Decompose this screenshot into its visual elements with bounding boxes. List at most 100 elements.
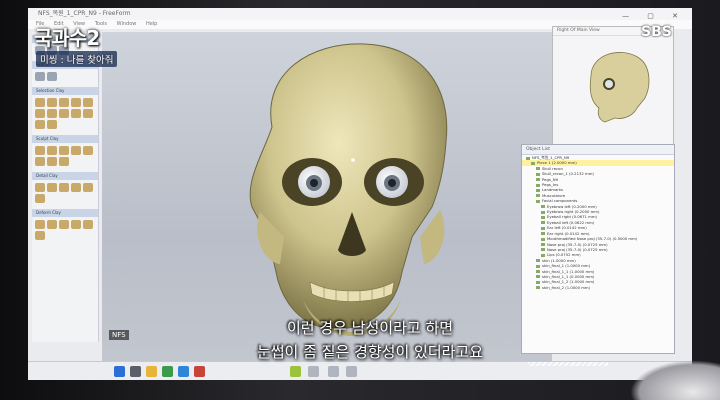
toolbox-section-deform-clay[interactable]: Deform Clay bbox=[32, 209, 98, 217]
app-icon[interactable] bbox=[308, 366, 319, 377]
object-list-item-label: skin_final_1 (1.0000 mm) bbox=[542, 263, 591, 269]
object-list-item[interactable]: skin_final_2 (1.0000 mm) bbox=[522, 285, 674, 290]
tool-icon[interactable] bbox=[83, 220, 93, 229]
freeform-icon[interactable] bbox=[290, 366, 301, 377]
program-logo: 국과수2 bbox=[34, 26, 100, 50]
tool-icon[interactable] bbox=[47, 146, 57, 155]
app-icon[interactable] bbox=[328, 366, 339, 377]
search-icon[interactable] bbox=[130, 366, 141, 377]
toolbox-section-selection-clay[interactable]: Selection Clay bbox=[32, 87, 98, 95]
tool-icon[interactable] bbox=[59, 220, 69, 229]
eye-visibility-icon[interactable] bbox=[541, 221, 545, 225]
object-list-item-label: Pegs_N9 bbox=[542, 176, 559, 182]
side-view-panel[interactable]: Right Of Main View bbox=[552, 26, 674, 148]
tool-icon[interactable] bbox=[59, 109, 69, 118]
tool-icon[interactable] bbox=[47, 109, 57, 118]
eye-visibility-icon[interactable] bbox=[541, 253, 545, 257]
tool-icon[interactable] bbox=[35, 120, 45, 129]
app-icon[interactable] bbox=[178, 366, 189, 377]
tool-icon[interactable] bbox=[35, 194, 45, 203]
tool-icon[interactable] bbox=[83, 109, 93, 118]
eye-visibility-icon[interactable] bbox=[541, 243, 545, 246]
tool-icon[interactable] bbox=[47, 72, 57, 81]
object-list-item-label: skin (1.0000 mm) bbox=[542, 257, 576, 263]
tool-icon[interactable] bbox=[35, 220, 45, 229]
object-list-item-label: Ear left (0.0142 mm) bbox=[547, 225, 587, 231]
tool-icon[interactable] bbox=[71, 220, 81, 229]
eye-visibility-icon[interactable] bbox=[541, 205, 545, 209]
tool-icon[interactable] bbox=[47, 220, 57, 229]
episode-title: 미씽 : 나를 찾아줘 bbox=[36, 51, 118, 67]
toolbox-grid bbox=[32, 143, 98, 169]
eye-visibility-icon[interactable] bbox=[536, 280, 540, 284]
tool-icon[interactable] bbox=[83, 183, 93, 192]
object-list-item-label: Nose proj (35-7-0) (0.0725 mm) bbox=[547, 241, 608, 247]
object-list-item-label: Mouthmodified Nose proj (35-7-0) (0.5000… bbox=[547, 236, 638, 242]
toolbox-grid bbox=[32, 69, 98, 84]
eye-visibility-icon[interactable] bbox=[541, 237, 545, 241]
tool-icon[interactable] bbox=[35, 109, 45, 118]
file-explorer-icon[interactable] bbox=[146, 366, 157, 377]
eye-visibility-icon[interactable] bbox=[536, 178, 540, 182]
menu-window[interactable]: Window bbox=[117, 21, 137, 27]
app-icon[interactable] bbox=[194, 366, 205, 377]
eye-visibility-icon[interactable] bbox=[536, 275, 540, 279]
tool-icon[interactable] bbox=[71, 183, 81, 192]
tool-icon[interactable] bbox=[83, 146, 93, 155]
tool-icon[interactable] bbox=[35, 98, 45, 107]
tool-icon[interactable] bbox=[59, 157, 69, 166]
browser-icon[interactable] bbox=[162, 366, 173, 377]
object-list-item-label: Skull recon bbox=[542, 165, 563, 171]
eye-visibility-icon[interactable] bbox=[541, 232, 545, 236]
eye-visibility-icon[interactable] bbox=[531, 161, 535, 165]
tool-icon[interactable] bbox=[47, 98, 57, 107]
object-list-item-label: Eyeball right (0.0671 mm) bbox=[547, 214, 598, 220]
tool-icon[interactable] bbox=[47, 120, 57, 129]
eye-visibility-icon[interactable] bbox=[541, 215, 545, 219]
tool-icon[interactable] bbox=[47, 183, 57, 192]
app-icon[interactable] bbox=[346, 366, 357, 377]
object-list-item-label: Facial components bbox=[542, 198, 578, 204]
eye-visibility-icon[interactable] bbox=[541, 226, 545, 230]
tool-icon[interactable] bbox=[35, 231, 45, 240]
eye-visibility-icon[interactable] bbox=[541, 248, 545, 252]
object-list-item-label: skin_final_1_1 (1.0000 mm) bbox=[542, 268, 595, 274]
object-list-item-label: skin_final_1_2 (1.0000 mm) bbox=[542, 279, 595, 285]
tool-icon[interactable] bbox=[59, 146, 69, 155]
eye-visibility-icon[interactable] bbox=[536, 270, 540, 274]
tool-icon[interactable] bbox=[35, 72, 45, 81]
eye-visibility-icon[interactable] bbox=[536, 188, 540, 192]
eye-visibility-icon[interactable] bbox=[536, 183, 540, 187]
toolbox-grid bbox=[32, 180, 98, 206]
object-list-item-label: Eyebrow right (0.2000 mm) bbox=[547, 209, 600, 215]
tool-icon[interactable] bbox=[47, 157, 57, 166]
eye-visibility-icon[interactable] bbox=[536, 286, 540, 290]
eye-visibility-icon[interactable] bbox=[536, 172, 540, 176]
eye-visibility-icon[interactable] bbox=[536, 167, 540, 171]
tool-icon[interactable] bbox=[71, 146, 81, 155]
tool-icon[interactable] bbox=[71, 98, 81, 107]
menu-help[interactable]: Help bbox=[146, 21, 157, 27]
app-title: NFS_복원_1_CPR_N9 - FreeForm bbox=[38, 10, 131, 17]
eye-visibility-icon[interactable] bbox=[541, 210, 545, 214]
tool-icon[interactable] bbox=[71, 109, 81, 118]
eye-visibility-icon[interactable] bbox=[536, 194, 540, 198]
tool-icon[interactable] bbox=[83, 98, 93, 107]
tool-icon[interactable] bbox=[35, 157, 45, 166]
tool-icon[interactable] bbox=[59, 183, 69, 192]
eye-visibility-icon[interactable] bbox=[536, 199, 540, 203]
object-list-item-label: skin_final_1_1 (0.0000 mm) bbox=[542, 273, 595, 279]
object-list-item-label: Skull_recon_1 (0.2132 mm) bbox=[542, 171, 594, 177]
toolbox-grid bbox=[32, 217, 98, 243]
eye-visibility-icon[interactable] bbox=[526, 156, 530, 160]
windows-start-icon[interactable] bbox=[114, 366, 125, 377]
toolbox-section-sculpt-clay[interactable]: Sculpt Clay bbox=[32, 135, 98, 143]
toolbox-section-detail-clay[interactable]: Detail Clay bbox=[32, 172, 98, 180]
subtitle-caption: 이런 경우 남성이라고 하면 눈썹이 좀 짙은 경향성이 있더라고요 bbox=[200, 316, 540, 364]
subtitle-line-2: 눈썹이 좀 짙은 경향성이 있더라고요 bbox=[256, 343, 484, 361]
eye-visibility-icon[interactable] bbox=[536, 259, 540, 263]
eye-visibility-icon[interactable] bbox=[536, 264, 540, 268]
tool-icon[interactable] bbox=[59, 98, 69, 107]
tool-icon[interactable] bbox=[35, 183, 45, 192]
tool-icon[interactable] bbox=[35, 146, 45, 155]
